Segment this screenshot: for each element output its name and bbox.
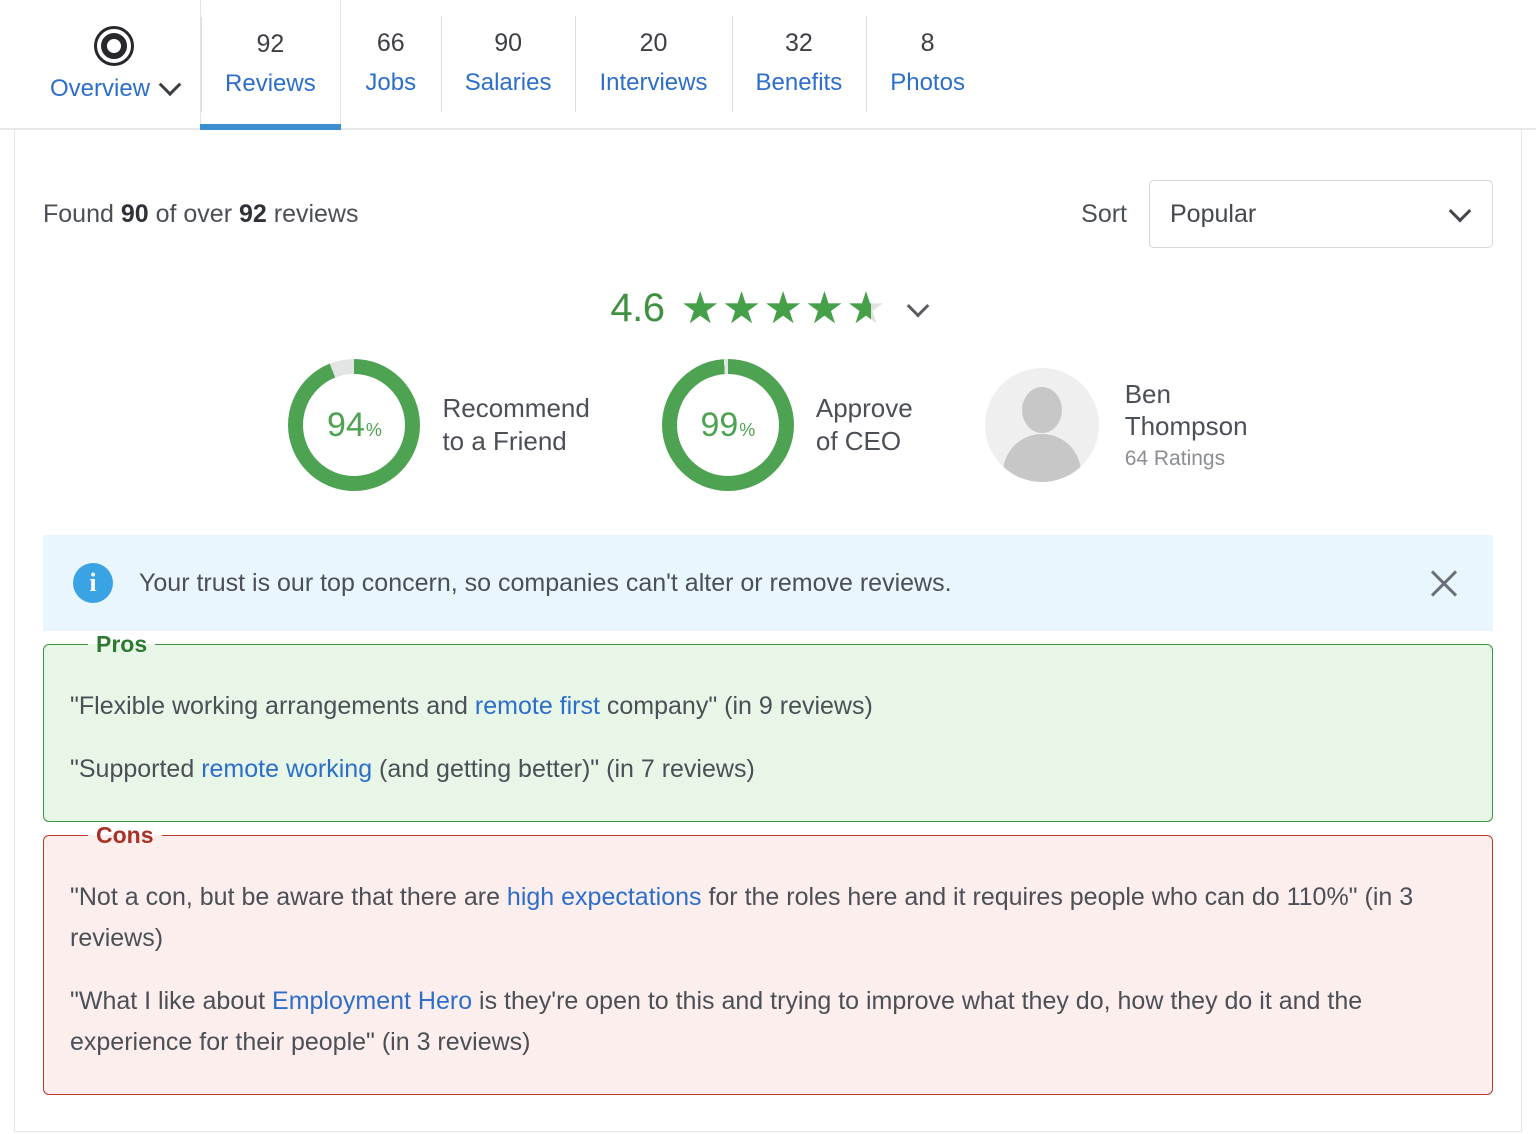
cons-legend: Cons [96,821,154,848]
approve-label-line1: Approve [815,392,913,423]
ceo-name: Ben Thompson [1125,379,1248,441]
results-header: Found 90 of over 92 reviews Sort Popular [43,130,1493,248]
highlight-text: (and getting better)" (in 7 reviews) [372,755,755,784]
cons-items: "Not a con, but be aware that there are … [70,877,1466,1064]
tab-overview-label: Overview [50,74,151,102]
rating-expand-chevron-down-icon[interactable] [906,294,929,317]
reviews-card: Found 90 of over 92 reviews Sort Popular… [14,130,1522,1132]
trust-banner-text: Your trust is our top concern, so compan… [139,568,952,597]
rating-stars: ★★★★★ ★★★★★ [680,286,887,331]
found-prefix: Found [43,199,121,228]
found-suffix: reviews [266,199,359,228]
donut-hole: 94% [303,374,406,476]
highlight-text: "What I like about [70,987,273,1015]
tab-jobs-count: 66 [376,29,405,58]
ceo-ratings-count: 64 Ratings [1124,446,1226,470]
highlight-text: "Not a con, but be aware that there are [70,882,507,911]
sort-selected-value: Popular [1170,199,1257,228]
review-highlight: "Flexible working arrangements and remot… [70,686,1466,727]
tab-salaries[interactable]: 90 Salaries [440,0,576,128]
tab-interviews[interactable]: 20 Interviews [575,0,732,128]
found-shown: 90 [120,199,149,228]
tab-benefits-count: 32 [784,29,813,58]
tab-photos[interactable]: 8 Photos [866,0,989,128]
cons-section: Cons "Not a con, but be aware that there… [43,821,1493,1095]
rating-value: 4.6 [610,286,665,330]
ceo-info: Ben Thompson 64 Ratings [1125,379,1248,470]
overall-rating: 4.6 ★★★★★ ★★★★★ [43,286,1493,331]
review-highlight: "What I like about Employment Hero is th… [70,981,1466,1064]
tab-benefits-label: Benefits [755,69,843,97]
pros-items: "Flexible working arrangements and remot… [70,686,1466,791]
highlight-text: company" (in 9 reviews) [599,692,873,720]
recommend-percent-value: 94 [327,406,365,444]
pros-legend: Pros [96,631,148,657]
recommend-label-line1: Recommend [442,392,590,423]
approve-label-line2: of CEO [815,426,902,456]
percent-symbol: % [365,420,382,440]
review-highlight: "Supported remote working (and getting b… [70,749,1466,790]
sort-group: Sort Popular [1081,180,1493,248]
percent-symbol: % [739,420,756,440]
tab-list: Overview 92 Reviews 66 Jobs 90 Salaries … [14,0,1522,130]
trust-banner: i Your trust is our top concern, so comp… [43,535,1493,631]
ceo-name-line1: Ben [1124,379,1171,410]
approve-percent: 99% [700,408,755,442]
highlight-link[interactable]: Employment Hero [272,987,472,1015]
info-icon: i [73,563,113,603]
sort-label: Sort [1081,199,1127,228]
tab-interviews-count: 20 [639,29,668,58]
reviews-page: Overview 92 Reviews 66 Jobs 90 Salaries … [0,0,1536,1134]
pros-section: Pros "Flexible working arrangements and … [43,631,1493,822]
rating-stars-filled: ★★★★★ [680,286,872,331]
bullseye-icon [94,25,135,66]
stat-approve-ceo: 99% Approve of CEO [661,359,913,491]
found-middle: of over [148,199,239,228]
tab-reviews-count: 92 [256,29,285,58]
highlight-link[interactable]: high expectations [507,883,702,911]
tab-jobs-label: Jobs [365,69,417,97]
ceo-block: Ben Thompson 64 Ratings [984,368,1248,482]
close-icon[interactable] [1427,566,1461,600]
highlight-text: "Supported [70,755,202,784]
highlight-link[interactable]: remote first [475,692,600,720]
chevron-down-icon[interactable] [158,73,182,97]
tab-overview[interactable]: Overview [14,0,201,128]
approve-percent-value: 99 [700,406,739,444]
avatar [984,368,1099,482]
recommend-percent: 94% [327,408,382,442]
company-nav-bar: Overview 92 Reviews 66 Jobs 90 Salaries … [0,0,1536,130]
recommend-donut-chart: 94% [288,359,421,491]
tab-photos-label: Photos [890,69,965,97]
ceo-name-line2: Thompson [1124,410,1248,441]
highlight-text: "Flexible working arrangements and [70,692,475,720]
sort-select[interactable]: Popular [1149,180,1493,248]
tab-reviews[interactable]: 92 Reviews [200,0,341,130]
tab-salaries-count: 90 [494,29,522,58]
tab-reviews-label: Reviews [225,69,316,97]
tab-interviews-label: Interviews [599,69,708,97]
recommend-label: Recommend to a Friend [442,392,589,459]
chevron-down-icon [1448,199,1472,223]
stat-recommend: 94% Recommend to a Friend [288,359,590,491]
recommend-label-line2: to a Friend [442,426,567,456]
review-highlight: "Not a con, but be aware that there are … [70,877,1466,960]
tab-jobs[interactable]: 66 Jobs [340,0,441,128]
donut-hole: 99% [676,374,779,476]
approve-ceo-donut-chart: 99% [661,359,794,491]
tab-salaries-label: Salaries [464,69,552,97]
approve-label: Approve of CEO [816,392,913,459]
results-count-text: Found 90 of over 92 reviews [43,200,358,229]
found-total: 92 [238,199,267,228]
tab-photos-count: 8 [920,29,935,58]
highlight-link[interactable]: remote working [201,755,372,783]
rating-stats-row: 94% Recommend to a Friend 99% Approve of… [43,359,1493,491]
tab-benefits[interactable]: 32 Benefits [731,0,867,128]
